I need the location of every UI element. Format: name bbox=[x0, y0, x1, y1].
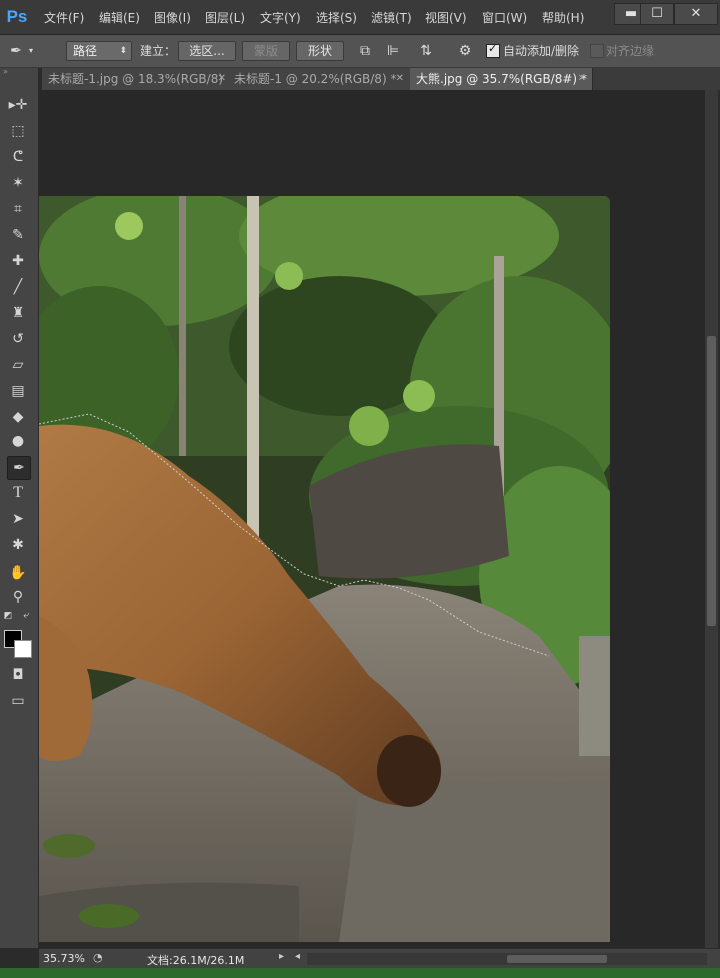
blur-tool-icon[interactable]: ◆ bbox=[7, 406, 29, 428]
tab-document-2[interactable]: 未标题-1 @ 20.2%(RGB/8) * ✕ bbox=[228, 68, 411, 90]
brush-tool-icon[interactable]: ╱ bbox=[7, 276, 29, 298]
path-alignment-icon[interactable]: ⊫ bbox=[384, 41, 402, 61]
make-shape-button[interactable]: 形状 bbox=[296, 41, 344, 61]
chevron-right-icon[interactable]: ▸ bbox=[279, 951, 284, 962]
lasso-tool-icon[interactable]: ᕦ bbox=[7, 146, 29, 168]
path-selection-tool-icon[interactable]: ➤ bbox=[7, 508, 29, 530]
dodge-tool-icon[interactable]: ● bbox=[7, 430, 29, 452]
menu-window[interactable]: 窗口(W) bbox=[482, 0, 527, 34]
menu-select[interactable]: 选择(S) bbox=[316, 0, 357, 34]
tool-mode-value: 路径 bbox=[73, 44, 98, 58]
menu-file[interactable]: 文件(F) bbox=[44, 0, 84, 34]
tab-document-1[interactable]: 未标题-1.jpg @ 18.3%(RGB/8) ✕ bbox=[42, 68, 233, 90]
vertical-scrollbar[interactable] bbox=[705, 90, 718, 948]
type-tool-icon[interactable]: T bbox=[7, 482, 29, 504]
path-operations-icon[interactable]: ⧉ bbox=[356, 41, 374, 61]
screen-mode-icon[interactable]: ▭ bbox=[7, 690, 29, 712]
bear-photo bbox=[39, 196, 610, 942]
menu-layer[interactable]: 图层(L) bbox=[205, 0, 245, 34]
healing-brush-tool-icon[interactable]: ✚ bbox=[7, 250, 29, 272]
clone-stamp-tool-icon[interactable]: ♜ bbox=[7, 302, 29, 324]
gradient-tool-icon[interactable]: ▤ bbox=[7, 380, 29, 402]
check-icon: ✓ bbox=[488, 42, 498, 55]
menu-view[interactable]: 视图(V) bbox=[425, 0, 467, 34]
photoshop-logo: Ps bbox=[6, 7, 28, 26]
auto-add-delete-label: 自动添加/删除 bbox=[503, 44, 580, 58]
select-caret-icon: ⬍ bbox=[119, 46, 127, 56]
document-tabs: 未标题-1.jpg @ 18.3%(RGB/8) ✕ 未标题-1 @ 20.2%… bbox=[42, 68, 720, 90]
zoom-tool-icon[interactable]: ⚲ bbox=[7, 586, 29, 608]
tools-panel: » ▸✛ ⬚ ᕦ ✶ ⌗ ✎ ✚ ╱ ♜ ↺ ▱ ▤ ◆ ● ✒ T ➤ ✱ ✋… bbox=[0, 68, 39, 948]
auto-add-delete-checkbox[interactable]: ✓ bbox=[486, 42, 500, 58]
align-edges-checkbox[interactable] bbox=[590, 44, 604, 58]
horizontal-scroll-thumb[interactable] bbox=[507, 955, 607, 963]
marquee-tool-icon[interactable]: ⬚ bbox=[7, 120, 29, 142]
menu-image[interactable]: 图像(I) bbox=[154, 0, 191, 34]
menu-type[interactable]: 文字(Y) bbox=[260, 0, 301, 34]
move-tool-icon[interactable]: ▸✛ bbox=[7, 94, 29, 116]
close-button[interactable]: ✕ bbox=[674, 3, 718, 25]
eraser-tool-icon[interactable]: ▱ bbox=[7, 354, 29, 376]
eyedropper-tool-icon[interactable]: ✎ bbox=[7, 224, 29, 246]
align-edges-label: 对齐边缘 bbox=[606, 44, 655, 58]
panel-grip-icon[interactable]: » bbox=[0, 68, 41, 76]
menu-bar: Ps 文件(F) 编辑(E) 图像(I) 图层(L) 文字(Y) 选择(S) 滤… bbox=[0, 0, 720, 35]
path-arrangement-icon[interactable]: ⇅ bbox=[416, 41, 436, 61]
hand-tool-icon[interactable]: ✋ bbox=[7, 562, 29, 584]
crop-tool-icon[interactable]: ⌗ bbox=[7, 198, 29, 220]
chevron-down-icon[interactable]: ▾ bbox=[26, 41, 36, 61]
desktop-strip bbox=[0, 968, 720, 978]
make-mask-button[interactable]: 蒙版 bbox=[242, 41, 290, 61]
swap-colors-icon[interactable]: ⤶ bbox=[20, 610, 32, 622]
tab-title: 未标题-1.jpg @ 18.3%(RGB/8) bbox=[48, 72, 224, 86]
zoom-level[interactable]: 35.73% bbox=[43, 952, 85, 965]
status-bar: 35.73% ◔ 文档:26.1M/26.1M ▸ ◂ bbox=[39, 948, 720, 969]
close-icon[interactable]: ✕ bbox=[396, 68, 404, 90]
menu-filter[interactable]: 滤镜(T) bbox=[371, 0, 412, 34]
maximize-button[interactable]: ☐ bbox=[640, 3, 674, 25]
document-workspace bbox=[39, 90, 705, 948]
document-info: 文档:26.1M/26.1M bbox=[147, 954, 245, 967]
close-icon[interactable]: ✕ bbox=[578, 68, 586, 90]
gear-icon[interactable]: ⚙ bbox=[456, 41, 474, 61]
tool-mode-select[interactable]: 路径 ⬍ bbox=[66, 41, 132, 61]
make-selection-button[interactable]: 选区... bbox=[178, 41, 236, 61]
background-color-swatch[interactable] bbox=[14, 640, 32, 658]
menu-help[interactable]: 帮助(H) bbox=[542, 0, 584, 34]
pen-tool-icon[interactable]: ✒ bbox=[7, 456, 31, 480]
tab-title: 大熊.jpg @ 35.7%(RGB/8#) * bbox=[416, 72, 587, 86]
tab-title: 未标题-1 @ 20.2%(RGB/8) * bbox=[234, 72, 397, 86]
close-icon[interactable]: ✕ bbox=[218, 68, 226, 90]
menu-edit[interactable]: 编辑(E) bbox=[99, 0, 140, 34]
pen-tool-preset-icon[interactable]: ✒ bbox=[6, 41, 26, 61]
history-brush-tool-icon[interactable]: ↺ bbox=[7, 328, 29, 350]
tab-document-3[interactable]: 大熊.jpg @ 35.7%(RGB/8#) * ✕ bbox=[410, 68, 593, 90]
chevron-left-icon[interactable]: ◂ bbox=[295, 951, 300, 962]
make-label: 建立： bbox=[140, 44, 177, 58]
options-bar: ✒ ▾ 路径 ⬍ 建立： 选区... 蒙版 形状 ⧉ ⊫ ⇅ ⚙ ✓ 自动添加/… bbox=[0, 35, 720, 68]
status-menu-icon[interactable]: ◔ bbox=[93, 951, 103, 964]
horizontal-scrollbar[interactable] bbox=[307, 953, 707, 965]
image-canvas[interactable] bbox=[39, 196, 610, 942]
magic-wand-tool-icon[interactable]: ✶ bbox=[7, 172, 29, 194]
quick-mask-icon[interactable]: ◘ bbox=[7, 664, 29, 686]
custom-shape-tool-icon[interactable]: ✱ bbox=[7, 534, 29, 556]
default-colors-icon[interactable]: ◩ bbox=[2, 610, 14, 622]
vertical-scroll-thumb[interactable] bbox=[707, 336, 716, 626]
